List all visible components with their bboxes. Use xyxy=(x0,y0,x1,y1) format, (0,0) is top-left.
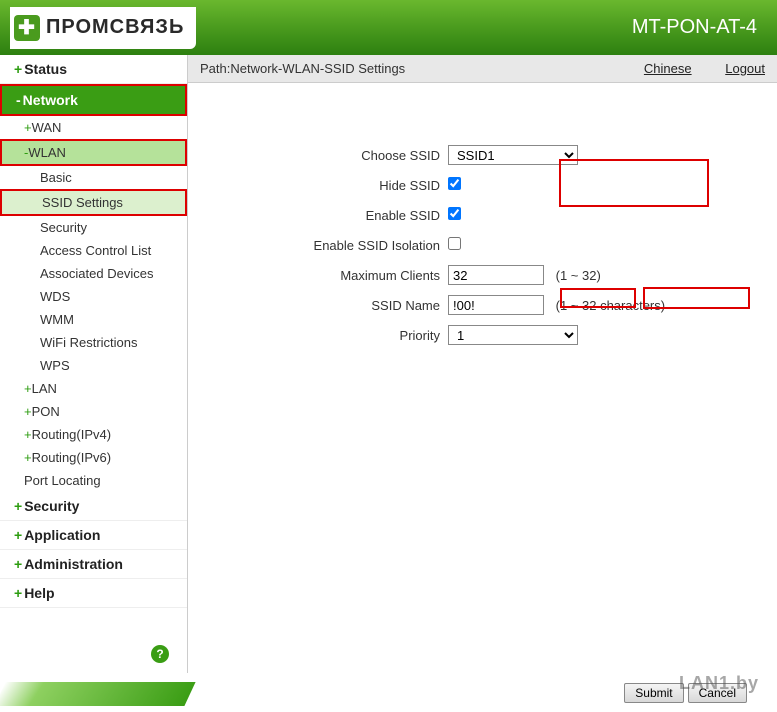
nav-wlan-security[interactable]: Security xyxy=(0,216,187,239)
brand-logo: ✚ ПРОМСВЯЗЬ xyxy=(10,7,196,49)
ssid-name-input[interactable] xyxy=(448,295,544,315)
priority-label: Priority xyxy=(218,328,448,343)
header: ✚ ПРОМСВЯЗЬ MT-PON-AT-4 xyxy=(0,0,777,55)
path-bar: Path:Network-WLAN-SSID Settings Chinese … xyxy=(188,55,777,83)
choose-ssid-select[interactable]: SSID1 xyxy=(448,145,578,165)
main-panel: Path:Network-WLAN-SSID Settings Chinese … xyxy=(188,55,777,673)
max-clients-label: Maximum Clients xyxy=(218,268,448,283)
nav-routing-ipv4[interactable]: +Routing(IPv4) xyxy=(0,423,187,446)
nav-pon[interactable]: +PON xyxy=(0,400,187,423)
cancel-button[interactable]: Cancel xyxy=(688,683,747,703)
ssid-name-hint: (1 ~ 32 characters) xyxy=(556,298,665,313)
nav-wlan-ssid-settings[interactable]: SSID Settings xyxy=(0,189,187,216)
nav-administration[interactable]: +Administration xyxy=(0,550,187,579)
nav-wan[interactable]: +WAN xyxy=(0,116,187,139)
lang-link[interactable]: Chinese xyxy=(644,61,692,76)
nav-security[interactable]: +Security xyxy=(0,492,187,521)
logo-icon: ✚ xyxy=(14,15,40,41)
choose-ssid-label: Choose SSID xyxy=(218,148,448,163)
nav-status[interactable]: +Status xyxy=(0,55,187,84)
nav-wlan-wmm[interactable]: WMM xyxy=(0,308,187,331)
brand-text: ПРОМСВЯЗЬ xyxy=(46,16,184,39)
hide-ssid-label: Hide SSID xyxy=(218,178,448,193)
enable-ssid-label: Enable SSID xyxy=(218,208,448,223)
footer: Submit Cancel xyxy=(0,674,777,712)
logout-link[interactable]: Logout xyxy=(725,61,765,76)
ssid-form: Choose SSID SSID1 Hide SSID Enable SSID … xyxy=(188,83,777,373)
nav-wlan-wds[interactable]: WDS xyxy=(0,285,187,308)
enable-ssid-checkbox[interactable] xyxy=(448,207,461,220)
footer-stripe xyxy=(0,682,196,706)
nav-lan[interactable]: +LAN xyxy=(0,377,187,400)
priority-select[interactable]: 1 xyxy=(448,325,578,345)
hide-ssid-checkbox[interactable] xyxy=(448,177,461,190)
nav-wlan-assoc[interactable]: Associated Devices xyxy=(0,262,187,285)
model-label: MT-PON-AT-4 xyxy=(632,16,757,39)
isolation-label: Enable SSID Isolation xyxy=(218,238,448,253)
breadcrumb: Path:Network-WLAN-SSID Settings xyxy=(200,61,405,76)
nav-wlan[interactable]: -WLAN xyxy=(0,139,187,166)
nav-wlan-wifi-restrict[interactable]: WiFi Restrictions xyxy=(0,331,187,354)
max-clients-input[interactable] xyxy=(448,265,544,285)
isolation-checkbox[interactable] xyxy=(448,237,461,250)
nav-port-locating[interactable]: Port Locating xyxy=(0,469,187,492)
nav-wlan-basic[interactable]: Basic xyxy=(0,166,187,189)
max-clients-hint: (1 ~ 32) xyxy=(556,268,601,283)
nav-help[interactable]: +Help xyxy=(0,579,187,608)
nav-routing-ipv6[interactable]: +Routing(IPv6) xyxy=(0,446,187,469)
nav-wlan-wps[interactable]: WPS xyxy=(0,354,187,377)
submit-button[interactable]: Submit xyxy=(624,683,683,703)
nav-wlan-acl[interactable]: Access Control List xyxy=(0,239,187,262)
help-icon[interactable]: ? xyxy=(151,645,169,663)
nav-application[interactable]: +Application xyxy=(0,521,187,550)
sidebar: +Status -Network +WAN -WLAN Basic SSID S… xyxy=(0,55,188,673)
ssid-name-label: SSID Name xyxy=(218,298,448,313)
nav-network[interactable]: -Network xyxy=(0,84,187,116)
